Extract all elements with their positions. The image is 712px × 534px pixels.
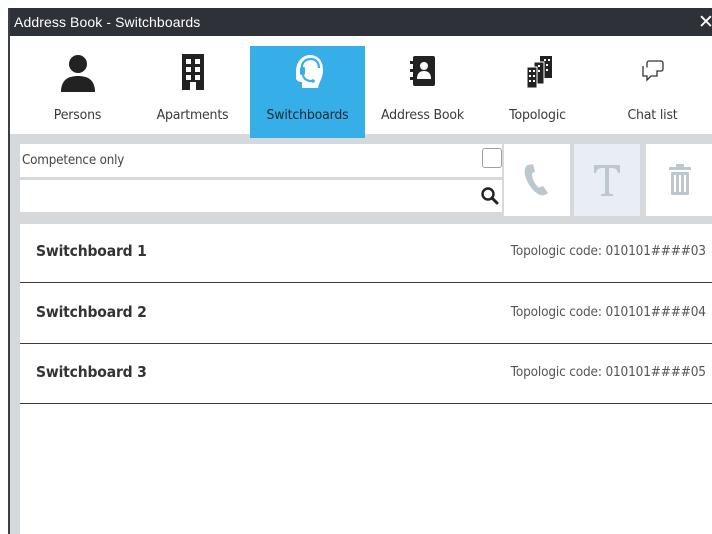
tab-bar: Persons Apartments Switchboards Address … [10, 36, 712, 140]
list-item[interactable]: Switchboard 1 Topologic code: 010101####… [20, 224, 712, 283]
address-book-icon [365, 52, 480, 94]
switchboard-name: Switchboard 3 [36, 363, 147, 381]
list-item[interactable]: Switchboard 2 Topologic code: 010101####… [20, 285, 712, 344]
text-button[interactable] [574, 144, 640, 216]
tab-label: Switchboards [266, 107, 349, 123]
topologic-code: Topologic code: 010101####05 [510, 364, 706, 380]
delete-button[interactable] [646, 144, 712, 216]
window-title: Address Book - Switchboards [14, 14, 201, 30]
headset-operator-icon [250, 52, 365, 94]
tab-label: Persons [53, 107, 102, 123]
switchboard-list: Switchboard 1 Topologic code: 010101####… [20, 224, 712, 534]
switchboard-name: Switchboard 2 [36, 303, 147, 321]
tab-chat-list[interactable]: Chat list [595, 46, 710, 138]
tab-address-book[interactable]: Address Book [365, 46, 480, 138]
topologic-code: Topologic code: 010101####03 [510, 243, 706, 259]
list-item[interactable]: Switchboard 3 Topologic code: 010101####… [20, 345, 712, 404]
tab-switchboards[interactable]: Switchboards [250, 46, 365, 138]
competence-only-checkbox[interactable] [482, 148, 502, 168]
tab-persons[interactable]: Persons [20, 46, 135, 138]
filter-panel: Competence only [20, 144, 502, 216]
tab-label: Apartments [156, 107, 229, 123]
tab-label: Chat list [627, 107, 678, 123]
address-book-window: Address Book - Switchboards ✕ Persons Ap… [8, 8, 712, 534]
tab-label: Topologic [509, 107, 566, 123]
person-icon [20, 52, 135, 94]
chat-icon [595, 52, 710, 94]
competence-filter-row: Competence only [20, 144, 502, 177]
competence-only-label: Competence only [22, 153, 125, 168]
topologic-code: Topologic code: 010101####04 [510, 304, 706, 320]
search-row [20, 180, 502, 212]
search-input[interactable] [20, 180, 475, 212]
search-icon[interactable] [480, 186, 500, 210]
switchboard-name: Switchboard 1 [36, 242, 147, 260]
call-button[interactable] [504, 144, 570, 216]
buildings-icon [480, 52, 595, 94]
tab-topologic[interactable]: Topologic [480, 46, 595, 138]
tab-apartments[interactable]: Apartments [135, 46, 250, 138]
building-icon [135, 52, 250, 94]
tab-label: Address Book [380, 107, 465, 123]
title-bar[interactable]: Address Book - Switchboards ✕ [10, 8, 712, 36]
close-button[interactable]: ✕ [698, 11, 712, 33]
